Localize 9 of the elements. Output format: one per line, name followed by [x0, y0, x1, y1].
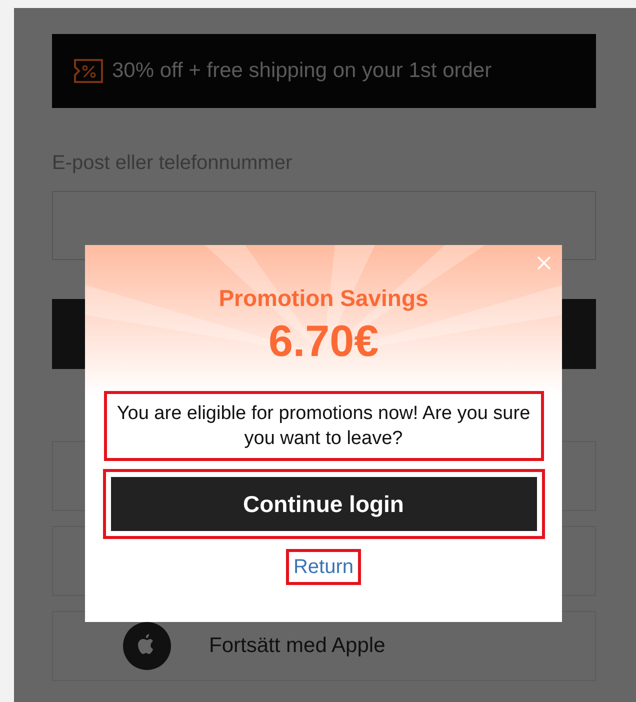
- dialog-message: You are eligible for promotions now! Are you sure you want to leave?: [106, 394, 540, 458]
- return-link[interactable]: Return: [289, 552, 358, 582]
- apple-icon: [123, 622, 171, 670]
- apple-option-label: Fortsätt med Apple: [209, 633, 386, 660]
- promo-text: 30% off + free shipping on your 1st order: [112, 58, 492, 84]
- continue-login-button[interactable]: Continue login: [110, 477, 536, 531]
- coupon-icon: [74, 59, 103, 83]
- dialog-title: Promotion Savings: [218, 287, 428, 310]
- savings-amount: 6.70€: [268, 320, 379, 364]
